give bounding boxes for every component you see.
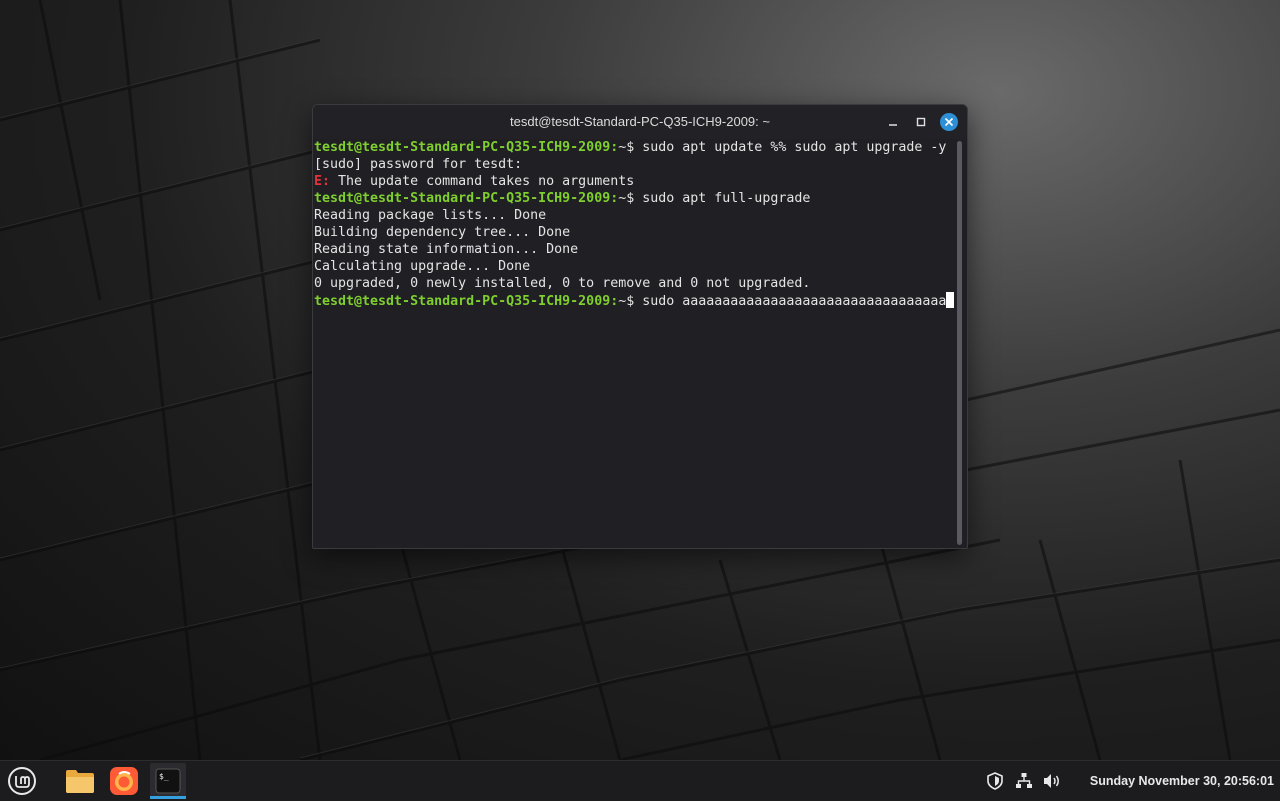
terminal-line: [sudo] password for tesdt: <box>313 156 955 173</box>
network-tray[interactable] <box>1014 771 1034 791</box>
close-icon <box>944 117 954 127</box>
terminal-line: 0 upgraded, 0 newly installed, 0 to remo… <box>313 275 955 292</box>
error-marker: E: <box>314 174 331 189</box>
mint-menu-button[interactable] <box>4 763 40 799</box>
window-titlebar[interactable]: tesdt@tesdt-Standard-PC-Q35-ICH9-2009: ~ <box>313 105 967 139</box>
terminal-output[interactable]: tesdt@tesdt-Standard-PC-Q35-ICH9-2009:~$… <box>313 139 955 548</box>
terminal-scrollbar[interactable] <box>957 141 962 545</box>
files-folder-icon <box>66 770 94 793</box>
terminal-line: tesdt@tesdt-Standard-PC-Q35-ICH9-2009:~$… <box>313 190 955 207</box>
terminal-line: Calculating upgrade... Done <box>313 258 955 275</box>
terminal-line: tesdt@tesdt-Standard-PC-Q35-ICH9-2009:~$… <box>313 139 955 156</box>
shell-prompt: tesdt@tesdt-Standard-PC-Q35-ICH9-2009: <box>314 140 619 155</box>
output-text: Reading package lists... Done <box>314 208 547 223</box>
terminal-window[interactable]: tesdt@tesdt-Standard-PC-Q35-ICH9-2009: ~… <box>312 104 968 549</box>
shield-icon <box>987 772 1003 790</box>
terminal-line: Reading package lists... Done <box>313 207 955 224</box>
output-text: 0 upgraded, 0 newly installed, 0 to remo… <box>314 276 811 291</box>
terminal-icon: $_ <box>155 768 181 794</box>
window-title: tesdt@tesdt-Standard-PC-Q35-ICH9-2009: ~ <box>510 114 770 129</box>
shell-prompt: tesdt@tesdt-Standard-PC-Q35-ICH9-2009: <box>314 191 619 206</box>
active-window-indicator <box>150 796 186 799</box>
terminal-line: Reading state information... Done <box>313 241 955 258</box>
close-button[interactable] <box>940 113 958 131</box>
output-text: Calculating upgrade... Done <box>314 259 531 274</box>
firefox-icon <box>110 767 138 795</box>
output-text: ~$ sudo apt update %% sudo apt upgrade -… <box>618 140 947 155</box>
volume-tray[interactable] <box>1042 771 1062 791</box>
minimize-button[interactable] <box>884 113 902 131</box>
terminal-line: Building dependency tree... Done <box>313 224 955 241</box>
maximize-icon <box>916 117 926 127</box>
mint-menu-icon <box>8 767 36 795</box>
output-text: The update command takes no arguments <box>330 174 635 189</box>
terminal-taskbar-button[interactable]: $_ <box>150 763 186 799</box>
output-text: Building dependency tree... Done <box>314 225 571 240</box>
firefox-button[interactable] <box>106 763 142 799</box>
terminal-line: tesdt@tesdt-Standard-PC-Q35-ICH9-2009:~$… <box>313 292 955 309</box>
security-tray[interactable] <box>985 771 1005 791</box>
command-input-text: ~$ sudo aaaaaaaaaaaaaaaaaaaaaaaaaaaaaaaa… <box>618 294 947 309</box>
output-text: [sudo] password for tesdt: <box>314 157 523 172</box>
terminal-line: E: The update command takes no arguments <box>313 173 955 190</box>
volume-icon <box>1044 774 1059 788</box>
svg-text:$_: $_ <box>159 772 169 781</box>
shell-prompt: tesdt@tesdt-Standard-PC-Q35-ICH9-2009: <box>314 294 619 309</box>
taskbar: $_ Sunday November 30, 20:56:01 <box>0 760 1280 801</box>
files-button[interactable] <box>62 763 98 799</box>
taskbar-clock[interactable]: Sunday November 30, 20:56:01 <box>1068 761 1274 801</box>
output-text: ~$ sudo apt full-upgrade <box>618 191 811 206</box>
text-cursor <box>946 292 955 308</box>
output-text: Reading state information... Done <box>314 242 579 257</box>
network-icon <box>1016 773 1032 788</box>
maximize-button[interactable] <box>912 113 930 131</box>
minimize-icon <box>889 124 897 126</box>
